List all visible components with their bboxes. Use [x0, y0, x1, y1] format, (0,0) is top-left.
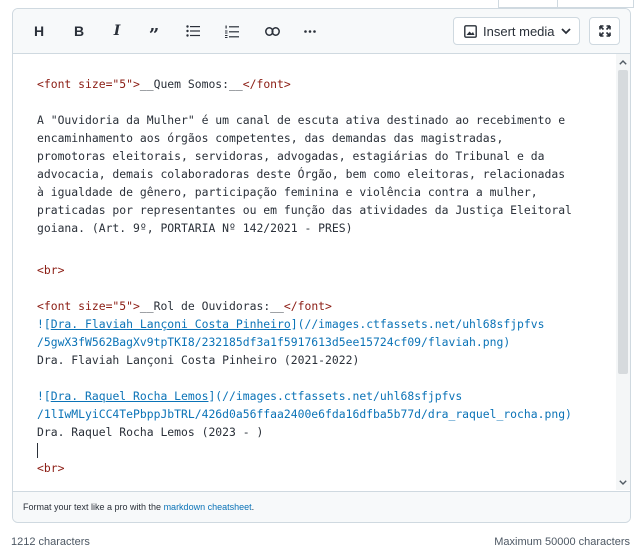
help-prefix: Format your text like a pro with the	[23, 502, 164, 512]
code-line: A "Ouvidoria da Mulher" é um canal de es…	[37, 113, 566, 127]
image-url: //images.ctfassets.net/uhl68sfjpfvs	[222, 389, 463, 403]
font-tag-open: <font size="5">	[37, 299, 140, 313]
chevron-down-icon	[560, 27, 571, 34]
insert-media-button[interactable]: Insert media	[453, 17, 580, 45]
link-icon	[264, 26, 280, 36]
font-tag-close: </font>	[283, 299, 332, 313]
scrollbar-thumb[interactable]	[618, 70, 628, 374]
code-line: Dra. Raquel Rocha Lemos (2023 - )	[37, 425, 264, 439]
br-tag: <br>	[37, 263, 65, 277]
insert-media-label: Insert media	[483, 23, 555, 39]
more-options-button[interactable]	[299, 18, 321, 44]
ellipsis-icon	[304, 29, 316, 33]
tab-edge[interactable]	[557, 0, 634, 8]
code-line: advocacia, demais colaboradoras deste Ór…	[37, 167, 566, 181]
help-suffix: .	[251, 502, 255, 512]
code-line	[37, 441, 38, 459]
image-syntax: ](	[208, 389, 223, 403]
chevron-up-icon	[619, 59, 627, 65]
scroll-down-button[interactable]	[616, 475, 630, 489]
code-line: ![Dra. Raquel Rocha Lemos](//images.ctfa…	[37, 387, 462, 405]
font-tag-open: <font size="5">	[37, 77, 140, 91]
code-line: encaminhamento aos órgãos competentes, d…	[37, 131, 504, 145]
vertical-scrollbar[interactable]	[616, 54, 630, 490]
numbered-list-icon	[225, 25, 239, 38]
link-button[interactable]	[261, 18, 283, 44]
code-line: <font size="5">__Rol de Ouvidoras:__</fo…	[37, 297, 332, 315]
expand-icon	[598, 25, 611, 37]
image-syntax: ![	[37, 317, 51, 331]
heading-text: __Rol de Ouvidoras:__	[139, 299, 284, 313]
image-url: /1lIwMLyiCC4TePbppJbTRL/426d0a56ffaa2400…	[37, 407, 566, 421]
italic-button[interactable]: I	[107, 18, 127, 44]
image-alt-link[interactable]: Dra. Raquel Rocha Lemos	[51, 389, 209, 403]
image-syntax: ![	[37, 389, 51, 403]
code-line: promotoras eleitorais, servidoras, advog…	[37, 149, 545, 163]
editor-toolbar: H B I ” Insert media	[13, 9, 630, 54]
image-url: /5gwX3fW562BagXv9tpTKI8/232185df3a1f5917…	[37, 335, 504, 349]
tab-edge[interactable]	[498, 0, 560, 8]
markdown-textarea[interactable]: <font size="5">__Quem Somos:__</font> A …	[13, 54, 616, 490]
bulleted-list-button[interactable]	[182, 18, 204, 44]
max-character-limit: Maximum 50000 characters	[494, 536, 630, 548]
code-line: goiana. (Art. 9º, PORTARIA Nº 142/2021 -…	[37, 221, 353, 235]
chevron-down-icon	[619, 479, 627, 485]
code-line: praticadas por representantes ou em funç…	[37, 203, 572, 217]
image-alt-link[interactable]: Dra. Flaviah Lançoni Costa Pinheiro	[51, 317, 291, 331]
character-count: 1212 characters	[11, 536, 90, 548]
code-line: Dra. Flaviah Lançoni Costa Pinheiro (202…	[37, 353, 360, 367]
quote-button[interactable]: ”	[144, 18, 164, 48]
editor-help-text: Format your text like a pro with the mar…	[13, 491, 630, 522]
bulleted-list-icon	[186, 25, 200, 37]
markdown-editor: H B I ” Insert media <font size="5">__Qu…	[12, 8, 631, 523]
text-cursor	[37, 443, 38, 458]
code-line: ![Dra. Flaviah Lançoni Costa Pinheiro](/…	[37, 315, 545, 333]
numbered-list-button[interactable]	[221, 18, 243, 44]
image-icon	[464, 24, 477, 38]
image-syntax: )	[503, 335, 511, 349]
image-syntax: ](	[290, 317, 305, 331]
code-line: <font size="5">__Quem Somos:__</font>	[37, 75, 291, 93]
scroll-up-button[interactable]	[616, 55, 630, 69]
code-line: à igualdade de gênero, participação femi…	[37, 185, 538, 199]
bold-button[interactable]: B	[69, 18, 89, 44]
font-tag-close: </font>	[242, 77, 291, 91]
heading-text: __Quem Somos:__	[139, 77, 243, 91]
image-url: //images.ctfassets.net/uhl68sfjpfvs	[304, 317, 545, 331]
fullscreen-button[interactable]	[589, 17, 620, 45]
image-syntax: )	[565, 407, 572, 421]
top-tab-strip	[0, 0, 644, 8]
code-line: /1lIwMLyiCC4TePbppJbTRL/426d0a56ffaa2400…	[37, 405, 572, 423]
code-line: /5gwX3fW562BagXv9tpTKI8/232185df3a1f5917…	[37, 333, 510, 351]
br-tag: <br>	[37, 461, 65, 475]
heading-button[interactable]: H	[29, 18, 49, 44]
markdown-cheatsheet-link[interactable]: markdown cheatsheet	[164, 502, 252, 512]
